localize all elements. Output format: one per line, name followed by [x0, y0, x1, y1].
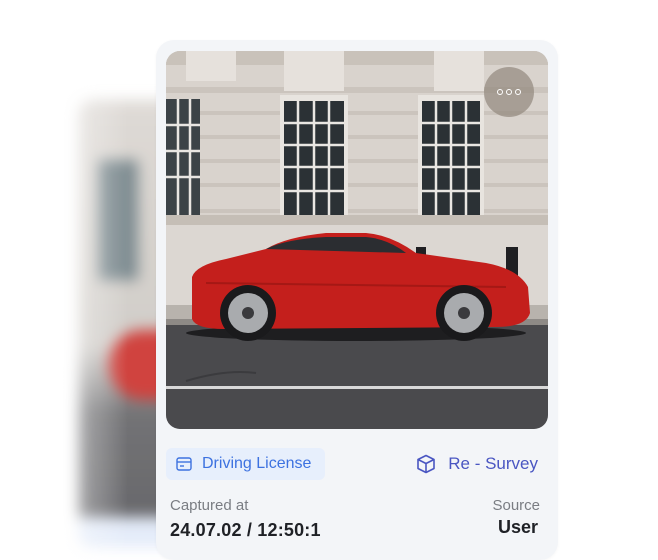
document-type-label: Driving License	[202, 455, 312, 472]
id-card-icon	[176, 457, 192, 471]
source-label: Source	[492, 497, 540, 514]
document-type-badge[interactable]: Driving License	[166, 448, 326, 480]
re-survey-label: Re - Survey	[448, 454, 538, 473]
captured-at-label: Captured at	[170, 497, 249, 514]
re-survey-button[interactable]: Re - Survey	[416, 450, 538, 478]
more-horizontal-icon	[497, 89, 503, 95]
cube-icon	[417, 454, 436, 474]
capture-card[interactable]: Driving License Re - Survey Captured at …	[156, 40, 558, 560]
source-value: User	[497, 517, 538, 537]
capture-photo[interactable]	[166, 51, 548, 429]
more-options-button[interactable]	[484, 67, 534, 117]
captured-at-value: 24.07.02 / 12:50:1	[170, 520, 321, 540]
